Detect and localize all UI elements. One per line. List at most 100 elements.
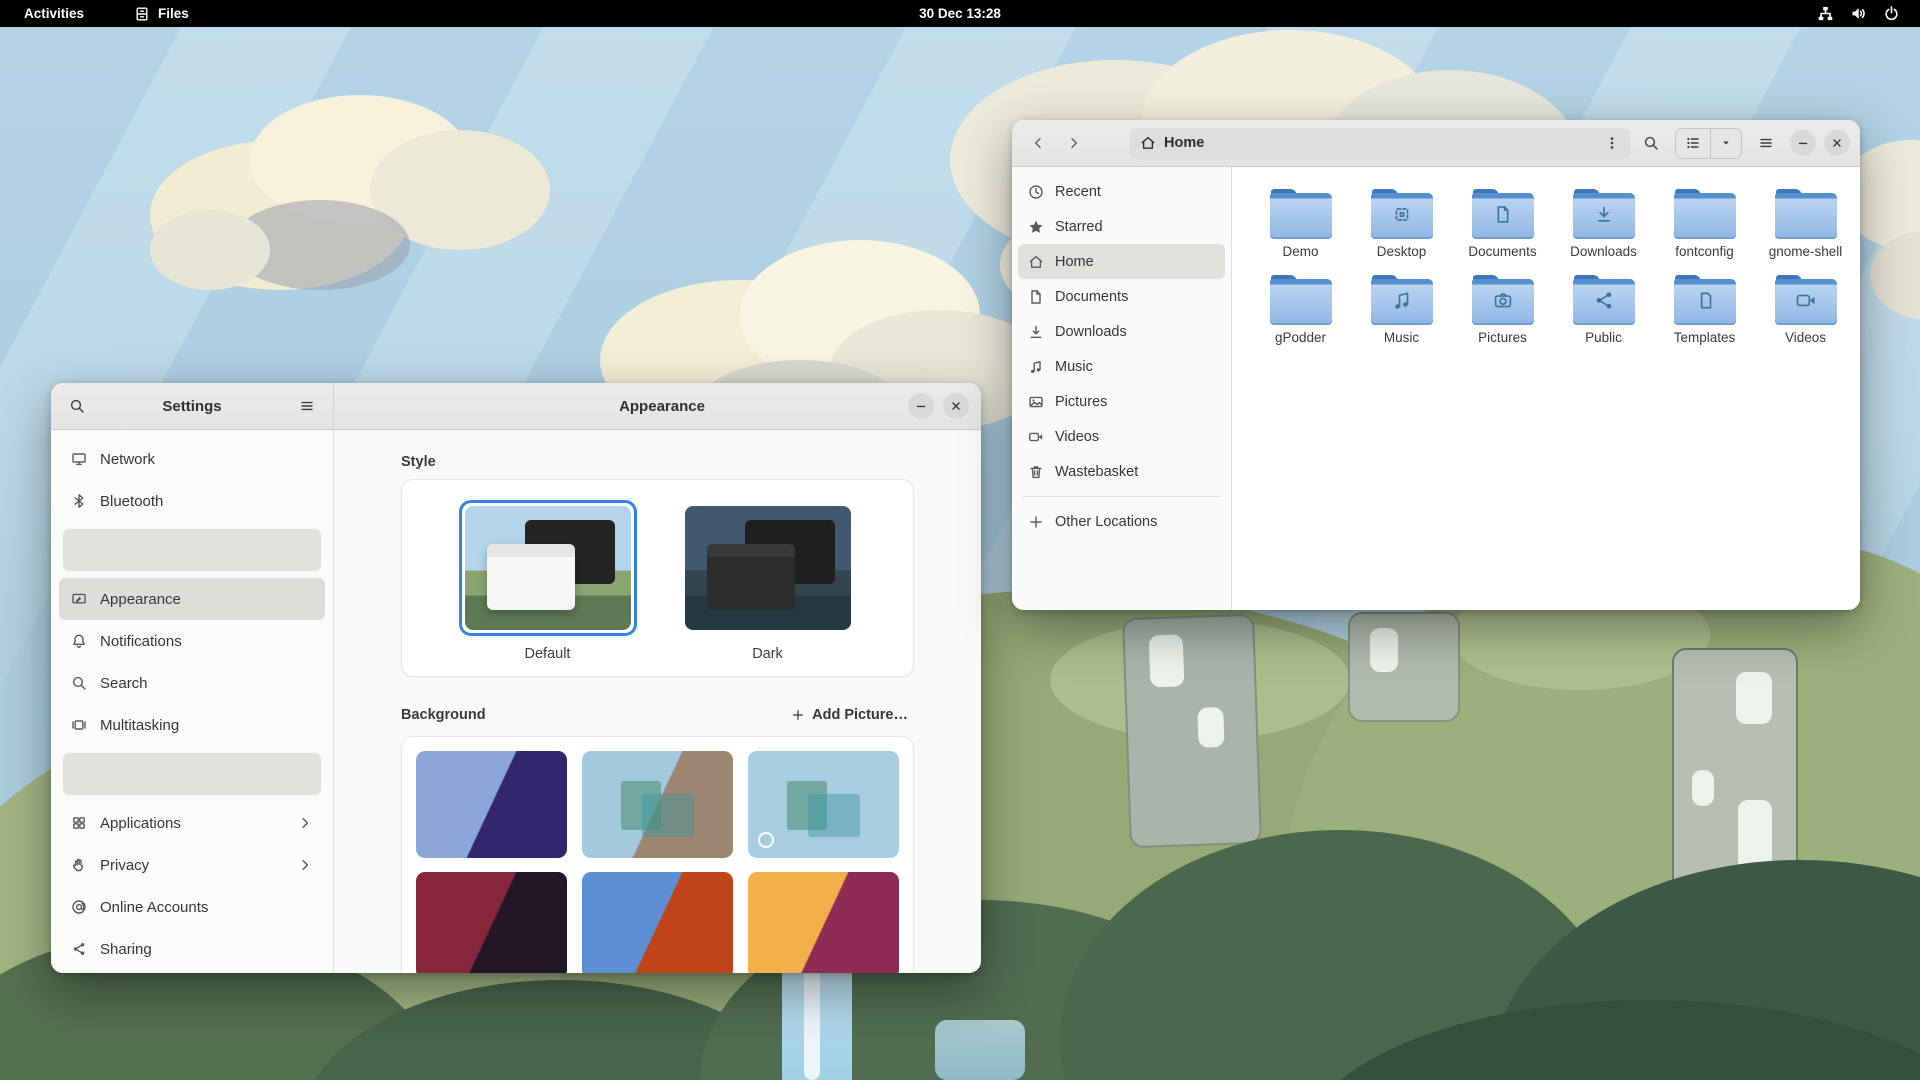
settings-sidebar-item-multitasking[interactable]: Multitasking [59,704,325,746]
folder-name: Downloads [1570,244,1637,259]
settings-sidebar-item-label: Online Accounts [100,899,208,916]
folder-demo[interactable]: Demo [1250,189,1351,275]
files-search-button[interactable] [1635,127,1667,159]
folder-templates[interactable]: Templates [1654,275,1755,361]
folder-icon [1270,189,1332,239]
app-menu-files[interactable]: Files [128,0,195,27]
files-sidebar-item-other-locations[interactable]: Other Locations [1018,504,1225,539]
em-doc-icon [1492,204,1514,231]
files-sidebar: Recent Starred Home Documents Downloads … [1012,167,1232,610]
files-sidebar-item-wastebasket[interactable]: Wastebasket [1018,454,1225,489]
plus-icon [1028,514,1044,530]
appearance-panel: Style Default [334,430,981,973]
background-thumbnail-blue-orange-drips[interactable] [582,872,733,973]
folder-gpodder[interactable]: gPodder [1250,275,1351,361]
settings-sidebar-item-applications[interactable]: Applications [59,802,325,844]
files-sidebar-item-pictures[interactable]: Pictures [1018,384,1225,419]
background-thumbnail-adwaita-day-night-split[interactable] [582,751,733,858]
files-sidebar-item-starred[interactable]: Starred [1018,209,1225,244]
settings-panel-title: Appearance [346,398,908,415]
folder-desktop[interactable]: Desktop [1351,189,1452,275]
folder-documents[interactable]: Documents [1452,189,1553,275]
files-window: Home [1012,120,1860,610]
folder-name: Music [1384,330,1419,345]
files-sidebar-item-home[interactable]: Home [1018,244,1225,279]
files-sidebar-item-music[interactable]: Music [1018,349,1225,384]
settings-sidebar-item-label: Network [100,451,155,468]
settings-close-button[interactable] [943,393,969,419]
apps-icon [71,815,87,831]
folder-gnome-shell[interactable]: gnome-shell [1755,189,1856,275]
folder-fontconfig[interactable]: fontconfig [1654,189,1755,275]
em-camera-icon [1492,290,1514,317]
view-options-dropdown[interactable] [1710,129,1741,158]
files-sidebar-item[interactable] [1022,496,1221,497]
settings-sidebar-item-network[interactable]: Network [59,438,325,480]
folder-public[interactable]: Public [1553,275,1654,361]
settings-menu-button[interactable] [291,390,323,422]
folder-pictures[interactable]: Pictures [1452,275,1553,361]
style-option-default[interactable]: Default [459,500,637,662]
style-dark-border [679,500,857,636]
folder-icon [1775,275,1837,325]
background-thumbnail-dark-red-shapes[interactable] [416,872,567,973]
activities-button[interactable]: Activities [18,0,90,27]
path-menu-button[interactable] [1604,135,1620,151]
appearance-icon [71,591,87,607]
settings-sidebar-item-notifications[interactable]: Notifications [59,620,325,662]
search-icon [69,398,85,414]
files-close-button[interactable] [1824,130,1850,156]
style-dark-preview [685,506,851,630]
share-icon [1593,290,1615,317]
files-sidebar-item-label: Other Locations [1055,514,1157,530]
settings-sidebar-item-privacy[interactable]: Privacy [59,844,325,886]
settings-sidebar-item-bluetooth[interactable]: Bluetooth [59,480,325,522]
path-bar[interactable]: Home [1130,128,1630,159]
video-icon [1028,429,1044,445]
bluetooth-icon [71,493,87,509]
folder-downloads[interactable]: Downloads [1553,189,1654,275]
chevron-right-icon [297,815,313,831]
back-button[interactable] [1022,127,1054,159]
folder-music[interactable]: Music [1351,275,1452,361]
files-menu-button[interactable] [1750,127,1782,159]
files-minimize-button[interactable] [1790,130,1816,156]
files-content: Demo Desktop [1232,167,1860,610]
minimize-icon [914,399,928,413]
settings-window: Settings Appearance Network [51,383,981,973]
settings-sidebar-item[interactable] [63,529,321,571]
settings-minimize-button[interactable] [908,393,934,419]
add-picture-button[interactable]: Add Picture… [785,703,914,727]
style-option-dark[interactable]: Dark [679,500,857,662]
stone-tower [1348,612,1460,722]
close-icon [1830,136,1844,150]
settings-sidebar-item-sharing[interactable]: Sharing [59,928,325,970]
background-thumbnail-yellow-purple-gradient[interactable] [748,872,899,973]
folder-videos[interactable]: Videos [1755,275,1856,361]
settings-sidebar-item-online-accounts[interactable]: Online Accounts [59,886,325,928]
background-thumbnail-blue-purple-hexagons[interactable] [416,751,567,858]
background-thumbnail-adwaita-day[interactable] [748,751,899,858]
bell-icon [71,633,87,649]
files-sidebar-item-label: Recent [1055,184,1101,200]
stone-tower [1122,614,1262,848]
forward-icon [1066,135,1082,151]
clock[interactable]: 30 Dec 13:28 [919,6,1001,21]
files-sidebar-item-downloads[interactable]: Downloads [1018,314,1225,349]
files-sidebar-item-documents[interactable]: Documents [1018,279,1225,314]
list-view-button[interactable] [1676,129,1710,158]
background-section-label: Background [401,707,486,723]
settings-sidebar-item-appearance[interactable]: Appearance [59,578,325,620]
files-sidebar-item-label: Starred [1055,219,1103,235]
forward-button[interactable] [1058,127,1090,159]
files-sidebar-item-videos[interactable]: Videos [1018,419,1225,454]
files-sidebar-item-recent[interactable]: Recent [1018,174,1225,209]
settings-sidebar-item[interactable] [63,753,321,795]
top-bar: Activities Files 30 Dec 13:28 [0,0,1920,27]
list-view-icon [1685,135,1701,151]
folder-icon [1674,189,1736,239]
music-icon [1391,290,1413,317]
system-tray[interactable] [1817,5,1920,22]
settings-sidebar-item-search[interactable]: Search [59,662,325,704]
settings-search-button[interactable] [61,390,93,422]
